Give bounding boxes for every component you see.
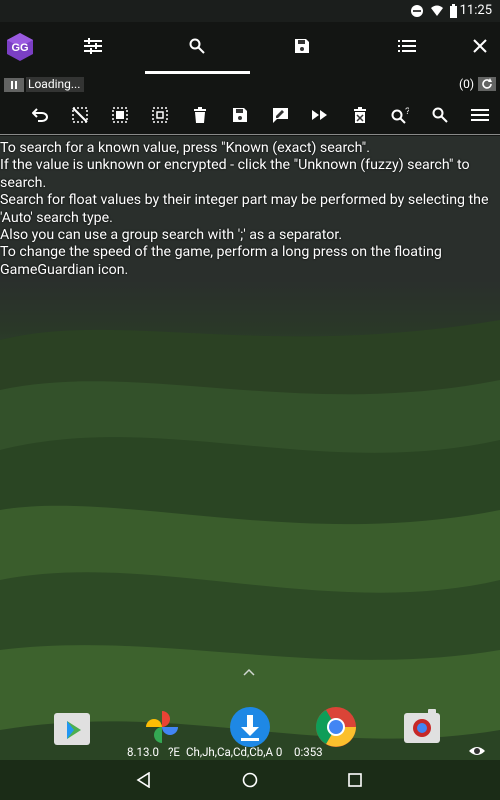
pause-button[interactable] <box>4 78 24 92</box>
home-icon[interactable] <box>238 768 262 792</box>
divider <box>0 134 500 135</box>
clock: 11:25 <box>459 3 492 18</box>
search-icon[interactable] <box>429 104 451 126</box>
close-icon[interactable] <box>468 34 492 58</box>
bottom-info-bar: 8.13.0 ?E Ch,Jh,Ca,Cd,Cb,A 0 0:353 <box>0 742 500 762</box>
progress-bar <box>145 71 250 74</box>
refresh-button[interactable] <box>478 77 496 91</box>
help-line: To search for a known value, press "Know… <box>0 140 370 156</box>
result-count: (0) <box>458 77 474 91</box>
search-question-icon[interactable]: ? <box>389 104 411 126</box>
tune-icon[interactable] <box>81 34 105 58</box>
menu-icon[interactable] <box>469 104 491 126</box>
delete-icon[interactable] <box>189 104 211 126</box>
svg-text:?: ? <box>405 106 409 116</box>
list-icon[interactable] <box>395 34 419 58</box>
navigation-bar <box>0 760 500 800</box>
loading-label: Loading... <box>26 77 85 92</box>
chevron-up-icon[interactable] <box>243 668 255 676</box>
refresh-icon <box>482 78 492 89</box>
select-range-icon[interactable] <box>149 104 171 126</box>
regions-label: Ch,Jh,Ca,Cd,Cb,A 0 <box>186 745 283 759</box>
wifi-icon <box>431 5 443 16</box>
svg-text:GG: GG <box>11 42 28 54</box>
help-line: To change the speed of the game, perform… <box>0 244 442 278</box>
status-bar: 11:25 <box>0 0 500 22</box>
eye-icon[interactable] <box>468 744 486 758</box>
gameguardian-logo-icon[interactable]: GG <box>5 32 35 62</box>
secondary-toolbar: ? <box>0 96 500 134</box>
fast-forward-icon[interactable] <box>309 104 331 126</box>
save-icon[interactable] <box>290 34 314 58</box>
undo-icon[interactable] <box>29 104 51 126</box>
mode-label: ?E <box>168 745 180 759</box>
version-label: 8.13.0 <box>127 745 159 759</box>
remove-icon[interactable] <box>349 104 371 126</box>
help-line: If the value is unknown or encrypted - c… <box>0 157 470 191</box>
battery-icon <box>450 4 457 18</box>
help-text: To search for a known value, press "Know… <box>0 140 500 279</box>
recents-icon[interactable] <box>343 768 367 792</box>
search-icon[interactable] <box>185 34 209 58</box>
clear-selection-icon[interactable] <box>69 104 91 126</box>
save-list-icon[interactable] <box>229 104 251 126</box>
timer-label: 0:353 <box>294 745 323 759</box>
select-all-icon[interactable] <box>109 104 131 126</box>
help-line: Search for float values by their integer… <box>0 192 489 226</box>
back-icon[interactable] <box>132 768 156 792</box>
help-line: Also you can use a group search with ';'… <box>0 227 343 244</box>
edit-icon[interactable] <box>269 104 291 126</box>
dnd-icon <box>411 5 423 17</box>
top-toolbar: GG <box>0 22 500 70</box>
